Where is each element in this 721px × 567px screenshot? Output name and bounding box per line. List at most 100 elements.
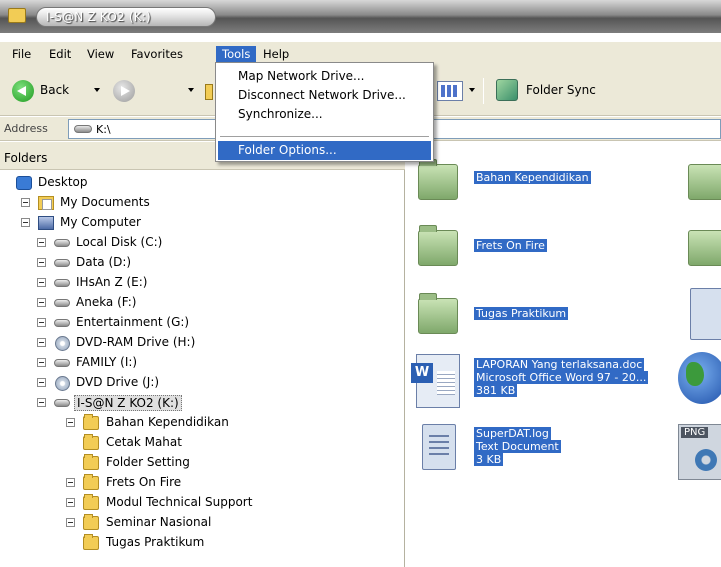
collapse-toggle[interactable] <box>37 238 46 247</box>
folder-sync-button[interactable]: Folder Sync <box>526 83 596 97</box>
collapse-toggle[interactable] <box>37 398 46 407</box>
file-name: Tugas Praktikum <box>474 307 569 320</box>
folder-sync-icon[interactable] <box>496 79 518 101</box>
views-dropdown-icon[interactable] <box>469 88 475 92</box>
text-document-icon <box>422 424 456 470</box>
address-value[interactable]: K:\ <box>96 123 111 136</box>
collapse-toggle[interactable] <box>66 478 75 487</box>
drive-icon <box>54 319 70 327</box>
collapse-toggle[interactable] <box>37 378 46 387</box>
toolbar-separator <box>483 78 484 104</box>
menu-file[interactable]: File <box>6 46 37 63</box>
file-name: LAPORAN Yang terlaksana.doc <box>474 358 645 371</box>
file-size: 381 KB <box>474 384 518 397</box>
dvd-icon <box>55 376 70 391</box>
forward-dropdown-icon[interactable] <box>188 88 194 92</box>
collapse-toggle[interactable] <box>66 498 75 507</box>
globe-icon[interactable] <box>678 352 721 404</box>
title-bar: I-S@N Z KO2 (K:) <box>0 0 721 33</box>
tree-label: Local Disk (C:) <box>76 235 163 249</box>
tree-label: I-S@N Z KO2 (K:) <box>74 395 182 411</box>
tree-label: Bahan Kependidikan <box>106 415 229 429</box>
drive-icon <box>54 299 70 307</box>
word-document-icon <box>411 354 460 408</box>
tree-label: Aneka (F:) <box>76 295 137 309</box>
tree-label: My Documents <box>60 195 150 209</box>
tree-label: Cetak Mahat <box>106 435 182 449</box>
drive-icon <box>54 359 70 367</box>
tree-label: Seminar Nasional <box>106 515 212 529</box>
collapse-toggle[interactable] <box>37 258 46 267</box>
file-name: Frets On Fire <box>474 239 547 252</box>
folder-options-item[interactable]: Folder Options... <box>218 141 431 160</box>
collapse-toggle[interactable] <box>21 198 30 207</box>
collapse-toggle[interactable] <box>37 298 46 307</box>
views-icon[interactable] <box>437 81 463 101</box>
collapse-toggle[interactable] <box>37 358 46 367</box>
menu-favorites[interactable]: Favorites <box>125 46 189 63</box>
tree-label: Data (D:) <box>76 255 132 269</box>
tree-label: Desktop <box>38 175 88 189</box>
menu-edit[interactable]: Edit <box>43 46 77 63</box>
tree-label: Modul Technical Support <box>106 495 253 509</box>
png-image-icon[interactable]: PNG <box>678 424 721 480</box>
file-item-superdat-log[interactable]: SuperDAT.log Text Document 3 KB <box>406 420 706 480</box>
folder-icon <box>83 514 99 530</box>
collapse-toggle[interactable] <box>21 218 30 227</box>
folder-icon <box>83 454 99 470</box>
file-size: 3 KB <box>474 453 504 466</box>
folder-icon <box>83 534 99 550</box>
menu-tools[interactable]: Tools <box>216 46 257 63</box>
file-type: Microsoft Office Word 97 - 20... <box>474 371 649 384</box>
back-arrow-icon[interactable] <box>12 80 34 102</box>
tree-label: DVD-RAM Drive (H:) <box>76 335 196 349</box>
folders-pane: Folders Desktop My Documents My Computer… <box>0 142 405 567</box>
file-item-laporan-doc[interactable]: LAPORAN Yang terlaksana.doc Microsoft Of… <box>406 352 706 412</box>
files-pane: Bahan Kependidikan Frets On Fire Tugas P… <box>406 142 721 567</box>
collapse-toggle[interactable] <box>37 338 46 347</box>
collapse-toggle[interactable] <box>66 418 75 427</box>
drive-icon <box>54 239 70 247</box>
dvd-icon <box>55 336 70 351</box>
file-type: Text Document <box>474 440 561 453</box>
map-network-drive-item[interactable]: Map Network Drive... <box>218 67 431 86</box>
tools-menu: Map Network Drive... Disconnect Network … <box>215 62 434 162</box>
folder-icon <box>83 494 99 510</box>
tree-label: Folder Setting <box>106 455 190 469</box>
disconnect-network-drive-item[interactable]: Disconnect Network Drive... <box>218 86 431 105</box>
folder-icon <box>418 293 458 334</box>
menu-bar: File Edit View Favorites Tools Help <box>0 42 721 64</box>
folder-icon <box>83 414 99 430</box>
tree-label: DVD Drive (J:) <box>76 375 160 389</box>
window-folder-icon[interactable] <box>8 8 26 23</box>
png-label: PNG <box>681 427 709 438</box>
collapse-toggle[interactable] <box>37 278 46 287</box>
tree-label: Frets On Fire <box>106 475 182 489</box>
menu-view[interactable]: View <box>81 46 120 63</box>
folder-icon <box>83 434 99 450</box>
desktop-icon <box>16 176 32 190</box>
drive-icon <box>54 399 70 407</box>
folder-icon[interactable] <box>688 164 721 200</box>
file-item-tugas-praktikum[interactable]: Tugas Praktikum <box>406 288 706 348</box>
tree-label: IHsAn Z (E:) <box>76 275 148 289</box>
menu-separator <box>220 136 429 137</box>
collapse-toggle[interactable] <box>66 518 75 527</box>
tree-label: My Computer <box>60 215 141 229</box>
back-dropdown-icon[interactable] <box>94 88 100 92</box>
file-name: SuperDAT.log <box>474 427 551 440</box>
folder-icon <box>83 474 99 490</box>
file-item-frets-on-fire[interactable]: Frets On Fire <box>406 220 706 280</box>
menu-help[interactable]: Help <box>257 46 295 63</box>
file-item-bahan-kependidikan[interactable]: Bahan Kependidikan <box>406 154 706 214</box>
back-button-label[interactable]: Back <box>40 83 69 97</box>
synchronize-item[interactable]: Synchronize... <box>218 105 431 124</box>
collapse-toggle[interactable] <box>37 318 46 327</box>
folder-icon[interactable] <box>688 230 721 266</box>
my-documents-icon <box>38 196 54 210</box>
address-label: Address <box>4 122 48 135</box>
up-folder-icon[interactable] <box>205 84 213 100</box>
forward-arrow-icon[interactable] <box>113 80 135 102</box>
text-document-icon[interactable] <box>690 288 721 340</box>
tree-label: FAMILY (I:) <box>76 355 138 369</box>
